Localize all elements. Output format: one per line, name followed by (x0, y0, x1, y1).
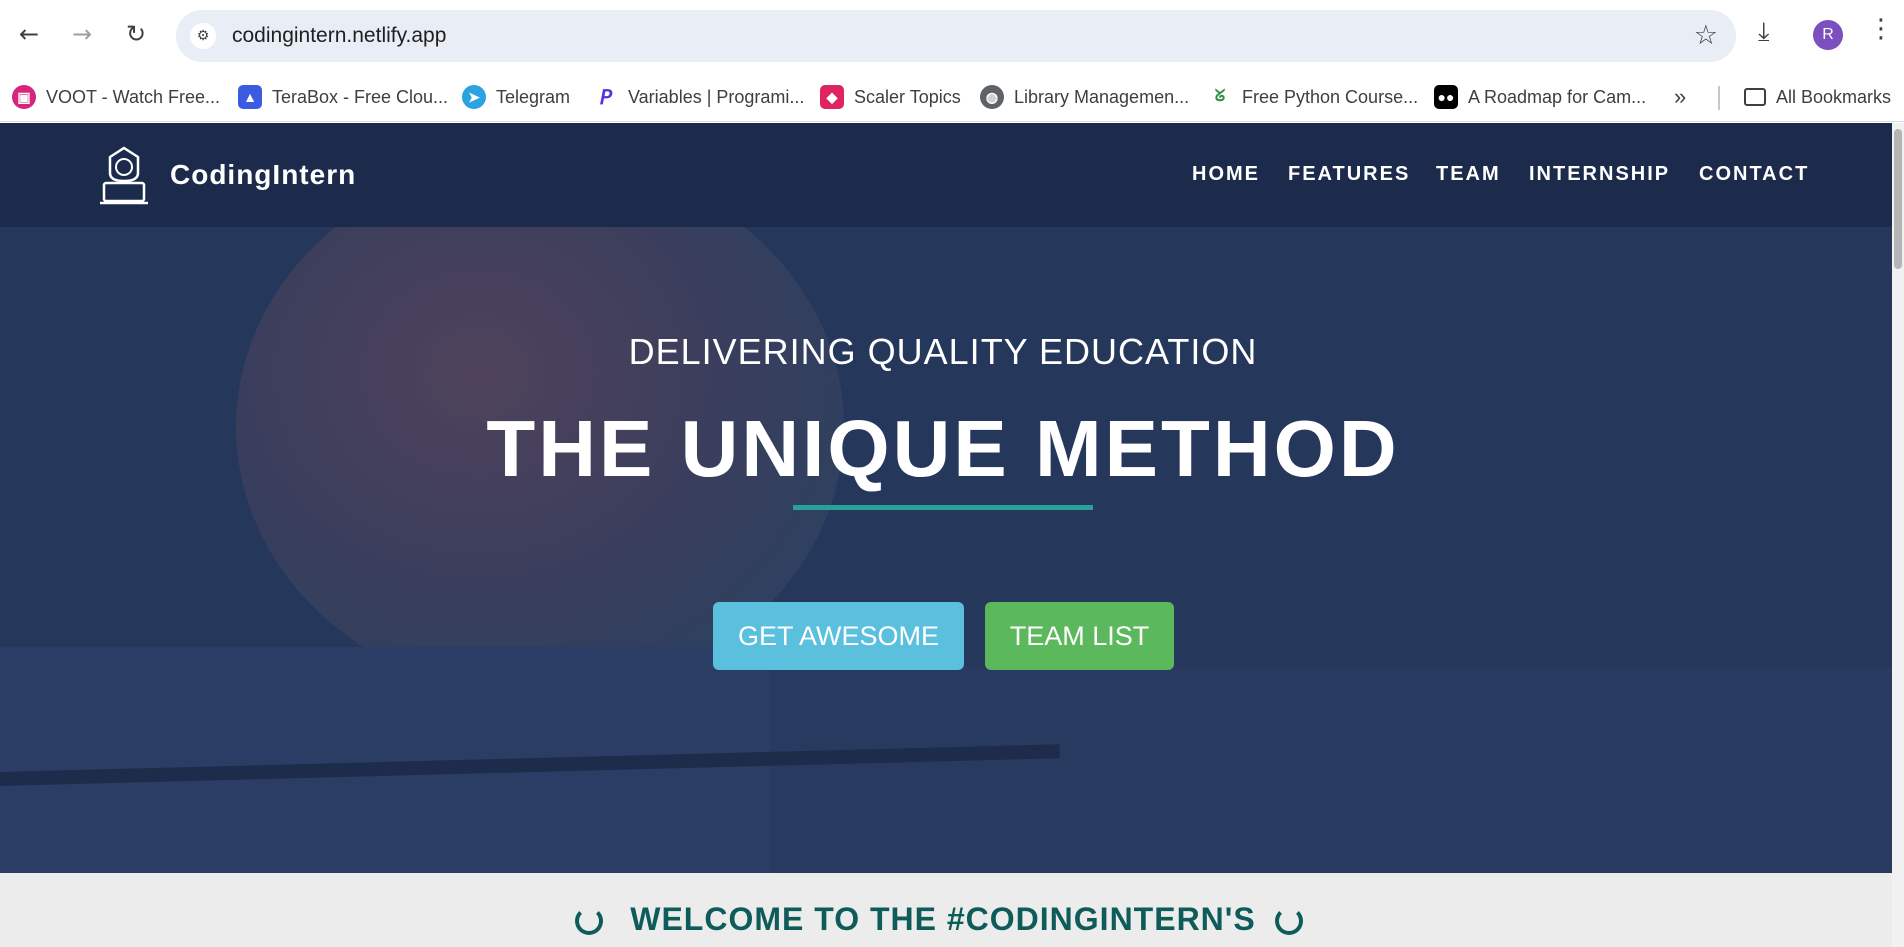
reload-button[interactable]: ↻ (118, 16, 154, 52)
get-awesome-button[interactable]: GET AWESOME (713, 602, 964, 670)
bookmark-voot[interactable]: ▣ VOOT - Watch Free... (12, 80, 220, 114)
bookmarks-divider (1718, 86, 1720, 110)
bookmark-label: Scaler Topics (854, 86, 961, 107)
bookmark-label: Telegram (496, 86, 571, 107)
bookmark-label: VOOT - Watch Free... (46, 86, 221, 107)
bookmark-label: A Roadmap for Cam... (1468, 86, 1647, 107)
more-bookmarks-button[interactable]: » (1674, 80, 1686, 114)
url-text[interactable]: codingintern.netlify.app (232, 24, 446, 48)
page-scrollbar[interactable] (1892, 123, 1904, 947)
variables-icon: 𝘗 (594, 85, 618, 109)
nav-home[interactable]: HOME (1192, 163, 1260, 186)
reload-icon: ↻ (125, 20, 147, 48)
tune-icon: ⚙ (196, 28, 210, 44)
nav-internship[interactable]: INTERNSHIP (1529, 163, 1670, 186)
bookmark-label: TeraBox - Free Clou... (272, 86, 449, 107)
nav-team[interactable]: TEAM (1436, 163, 1501, 186)
bookmark-label: Variables | Programi... (628, 86, 805, 107)
scrollbar-thumb[interactable] (1894, 129, 1902, 269)
hero-overlay (0, 227, 1892, 873)
hero-subtitle: DELIVERING QUALITY EDUCATION (628, 331, 1258, 372)
team-list-button[interactable]: TEAM LIST (985, 602, 1174, 670)
forward-arrow-icon: → (71, 20, 93, 48)
terabox-icon: ▲ (238, 85, 262, 109)
bookmark-library[interactable]: ◍ Library Managemen... (980, 80, 1189, 114)
all-bookmarks-label: All Bookmarks (1776, 86, 1892, 107)
telegram-icon: ➤ (462, 85, 486, 109)
bookmark-python[interactable]: ᘜ Free Python Course... (1208, 80, 1418, 114)
browser-toolbar: ← → ↻ ⚙ codingintern.netlify.app ☆ ⤓ R ⋮ (0, 0, 1904, 72)
bookmark-terabox[interactable]: ▲ TeraBox - Free Clou... (238, 80, 448, 114)
scaler-icon: ◆ (820, 85, 844, 109)
bookmark-label: Library Managemen... (1014, 86, 1190, 107)
bookmarks-bar: ▣ VOOT - Watch Free... ▲ TeraBox - Free … (0, 72, 1904, 122)
nav-contact[interactable]: CONTACT (1699, 163, 1809, 186)
hacker-logo-icon[interactable] (98, 145, 150, 205)
bookmark-label: Free Python Course... (1242, 86, 1419, 107)
welcome-heading: WELCOME TO THE #CODINGINTERN'S (630, 901, 1256, 937)
download-icon[interactable]: ⤓ (1758, 17, 1770, 48)
globe-icon: ◍ (980, 85, 1004, 109)
gfg-icon: ᘜ (1208, 85, 1232, 109)
bookmark-star-icon[interactable]: ☆ (1694, 20, 1718, 51)
welcome-section: WELCOME TO THE #CODINGINTERN'S (0, 873, 1892, 947)
brand-name[interactable]: CodingIntern (170, 159, 356, 191)
hero-title: THE UNIQUE METHOD (486, 404, 1400, 493)
site-info-icon[interactable]: ⚙ (190, 23, 216, 49)
bookmark-scaler[interactable]: ◆ Scaler Topics (820, 80, 961, 114)
back-button[interactable]: ← (11, 16, 47, 52)
all-bookmarks-button[interactable]: All Bookmarks (1744, 80, 1891, 114)
medium-icon: ●● (1434, 85, 1458, 109)
back-arrow-icon: ← (18, 20, 40, 48)
bookmark-roadmap[interactable]: ●● A Roadmap for Cam... (1434, 80, 1646, 114)
bookmark-variables[interactable]: 𝘗 Variables | Programi... (594, 80, 804, 114)
hero-section: DELIVERING QUALITY EDUCATION THE UNIQUE … (0, 227, 1892, 873)
profile-avatar[interactable]: R (1813, 20, 1843, 50)
web-page: CodingIntern HOME FEATURES TEAM INTERNSH… (0, 123, 1892, 947)
bookmark-telegram[interactable]: ➤ Telegram (462, 80, 570, 114)
chevron-double-right-icon: » (1674, 84, 1687, 109)
forward-button[interactable]: → (64, 16, 100, 52)
address-bar[interactable]: ⚙ codingintern.netlify.app ☆ (176, 10, 1736, 62)
spinner-icon (1275, 907, 1303, 935)
folder-icon (1744, 88, 1766, 106)
nav-features[interactable]: FEATURES (1288, 163, 1410, 186)
menu-icon[interactable]: ⋮ (1868, 14, 1894, 44)
site-navbar: CodingIntern HOME FEATURES TEAM INTERNSH… (0, 123, 1892, 227)
voot-icon: ▣ (12, 85, 36, 109)
title-underline (793, 505, 1093, 510)
